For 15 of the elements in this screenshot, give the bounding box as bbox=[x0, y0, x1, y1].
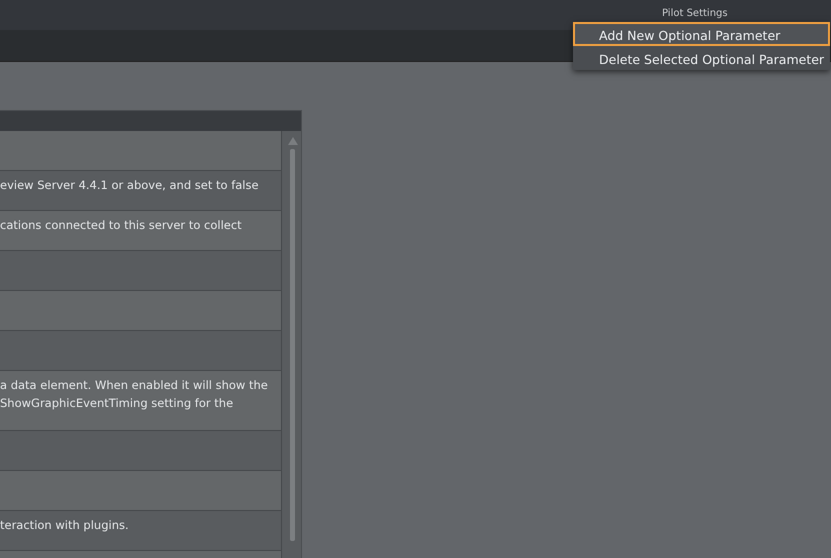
description-text: cations connected to this server to collect bbox=[0, 217, 243, 234]
window-title: Pilot Settings bbox=[662, 8, 728, 19]
description-text: a data element. When enabled it will show the ShowGraphicEventTiming setting for the bbox=[0, 377, 269, 412]
menu-item[interactable]: Add New Optional Parameter bbox=[573, 22, 830, 46]
scroll-up-icon[interactable] bbox=[288, 137, 298, 145]
table-row[interactable] bbox=[0, 431, 281, 471]
table-row[interactable] bbox=[0, 331, 281, 371]
table-row[interactable] bbox=[0, 251, 281, 291]
scrollbar-track[interactable] bbox=[290, 149, 295, 541]
table-row[interactable]: eview Server 4.4.1 or above, and set to false bbox=[0, 171, 281, 211]
table-row[interactable]: teraction with plugins. bbox=[0, 511, 281, 551]
menu-item[interactable]: Delete Selected Optional Parameter bbox=[573, 46, 830, 70]
description-text: teraction with plugins. bbox=[0, 517, 130, 534]
description-text: eview Server 4.4.1 or above, and set to false bbox=[0, 177, 260, 194]
scrollbar[interactable] bbox=[281, 131, 301, 558]
